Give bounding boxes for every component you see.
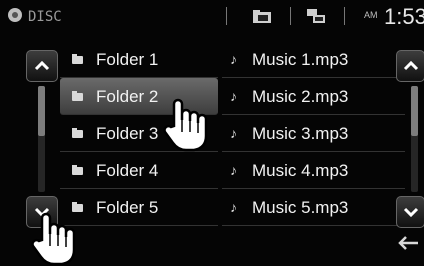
music-note-icon: ♪ xyxy=(230,51,237,67)
hand-pointer-icon xyxy=(163,98,208,152)
disc-icon xyxy=(8,8,22,22)
folder-label: Folder 1 xyxy=(96,50,159,69)
file-label: Music 5.mp3 xyxy=(252,198,349,217)
am-pm-label: AM xyxy=(364,10,378,20)
music-note-icon: ♪ xyxy=(230,199,237,215)
divider xyxy=(290,7,291,25)
folder-item[interactable]: Folder 1 xyxy=(60,41,218,78)
folder-scrollbar-thumb[interactable] xyxy=(38,86,45,136)
status-bar: DISC AM 1:53 xyxy=(0,0,424,34)
chevron-down-icon xyxy=(403,207,418,217)
chevron-up-icon xyxy=(403,61,418,71)
folder-list-icon[interactable] xyxy=(306,8,326,24)
folder-label: Folder 4 xyxy=(96,161,159,180)
music-note-icon: ♪ xyxy=(230,88,237,104)
file-item[interactable]: ♪ Music 1.mp3 xyxy=(222,41,405,78)
music-note-icon: ♪ xyxy=(230,162,237,178)
folder-scrollbar[interactable] xyxy=(38,86,45,192)
folder-up-icon[interactable] xyxy=(252,8,272,24)
clock: 1:53 xyxy=(384,4,424,29)
folder-scroll-up-button[interactable] xyxy=(26,50,58,82)
folder-item[interactable]: Folder 5 xyxy=(60,189,218,226)
folder-icon xyxy=(72,54,83,64)
hand-pointer-icon xyxy=(31,212,76,266)
file-label: Music 2.mp3 xyxy=(252,87,349,106)
file-label: Music 4.mp3 xyxy=(252,161,349,180)
folder-item[interactable]: Folder 4 xyxy=(60,152,218,189)
divider xyxy=(344,7,345,25)
file-scrollbar-thumb[interactable] xyxy=(411,86,418,136)
file-item[interactable]: ♪ Music 3.mp3 xyxy=(222,115,405,152)
folder-label: Folder 5 xyxy=(96,198,159,217)
file-scrollbar[interactable] xyxy=(411,86,418,192)
file-scroll-up-button[interactable] xyxy=(396,50,424,82)
file-label: Music 1.mp3 xyxy=(252,50,349,69)
folder-label: Folder 2 xyxy=(96,87,159,106)
file-item[interactable]: ♪ Music 4.mp3 xyxy=(222,152,405,189)
divider xyxy=(226,7,227,25)
folder-icon xyxy=(72,128,83,138)
file-list: ♪ Music 1.mp3 ♪ Music 2.mp3 ♪ Music 3.mp… xyxy=(222,41,405,226)
source-label: DISC xyxy=(28,9,62,25)
back-arrow-icon[interactable] xyxy=(398,235,420,251)
folder-label: Folder 3 xyxy=(96,124,159,143)
chevron-up-icon xyxy=(34,61,50,71)
folder-icon xyxy=(72,91,83,101)
file-scroll-down-button[interactable] xyxy=(396,196,424,228)
folder-icon xyxy=(72,165,83,175)
file-label: Music 3.mp3 xyxy=(252,124,349,143)
file-item[interactable]: ♪ Music 5.mp3 xyxy=(222,189,405,226)
music-note-icon: ♪ xyxy=(230,125,237,141)
file-item[interactable]: ♪ Music 2.mp3 xyxy=(222,78,405,115)
